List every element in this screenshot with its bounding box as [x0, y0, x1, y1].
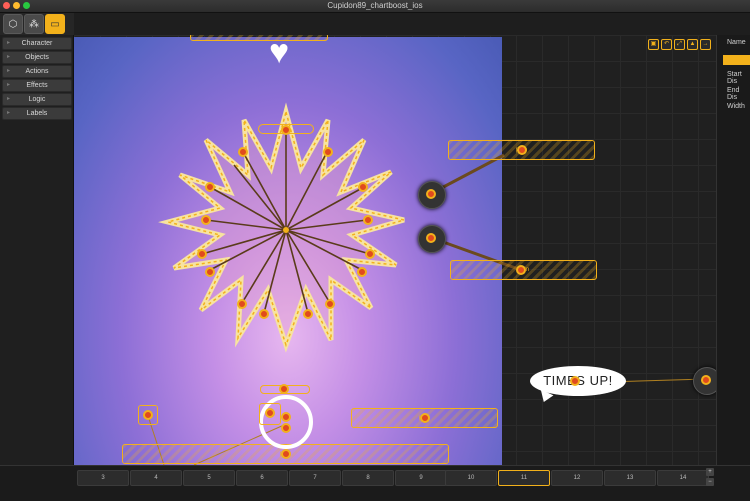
star-point-10[interactable]	[357, 267, 367, 277]
undo-icon: ↶	[663, 41, 670, 47]
star-point-7[interactable]	[197, 249, 207, 259]
star-point-12[interactable]	[325, 299, 335, 309]
character-lower-dot[interactable]	[281, 423, 291, 433]
star-point-9[interactable]	[205, 267, 215, 277]
scroll-down-button[interactable]: −	[706, 478, 714, 486]
canvas-corner-buttons: ▣ ↶ ⤢ ▲ →	[648, 39, 711, 50]
undo-button[interactable]: ↶	[661, 39, 672, 50]
anchor-node-lower[interactable]	[418, 225, 446, 253]
star-point-4[interactable]	[358, 182, 368, 192]
character-left-dot[interactable]	[265, 408, 275, 418]
prop-width-label: Width	[727, 103, 745, 110]
frame-6[interactable]: 6	[236, 470, 288, 486]
frame-4[interactable]: 4	[130, 470, 182, 486]
hierarchy-icon: ⁂	[29, 18, 39, 30]
lock-icon: ▣	[650, 41, 657, 47]
fit-button[interactable]: ⤢	[674, 39, 685, 50]
star-shape[interactable]	[74, 35, 716, 465]
hierarchy-tool-button[interactable]: ⁂	[24, 14, 44, 34]
image-icon: ▲	[689, 41, 696, 47]
scroll-up-button[interactable]: +	[706, 468, 714, 476]
category-sidebar: Character Objects Actions Effects Logic …	[0, 35, 74, 465]
star-point-14[interactable]	[303, 309, 313, 319]
star-point-8[interactable]	[365, 249, 375, 259]
image-button[interactable]: ▲	[687, 39, 698, 50]
anchor-node-upper[interactable]	[418, 181, 446, 209]
star-top-bar[interactable]	[258, 124, 314, 134]
properties-panel: Name Start Dis End Dis Width	[716, 35, 750, 465]
star-point-3[interactable]	[205, 182, 215, 192]
prop-end-label: End Dis	[727, 87, 740, 101]
scene-canvas[interactable]: ♥ pl m pl m TIMES UP! pl m pl m	[74, 35, 716, 465]
frame-13[interactable]: 13	[604, 470, 656, 486]
category-character[interactable]: Character	[2, 37, 72, 50]
heart-handle[interactable]	[190, 35, 328, 41]
frame-14[interactable]: 14	[657, 470, 709, 486]
title-bar: Cupidon89_chartboost_ios	[0, 0, 750, 13]
prop-name-label: Name	[727, 39, 746, 46]
bottom-center-dot[interactable]	[420, 413, 430, 423]
timeline: 3 4 5 6 7 8 9 10 11 12 13 14 + −	[0, 465, 750, 501]
frame-8[interactable]: 8	[342, 470, 394, 486]
star-point-6[interactable]	[363, 215, 373, 225]
layout-icon: ▭	[50, 18, 60, 30]
character-top-dot[interactable]	[279, 384, 289, 394]
frame-9[interactable]: 9	[395, 470, 447, 486]
frame-12[interactable]: 12	[551, 470, 603, 486]
star-point-11[interactable]	[237, 299, 247, 309]
ground-dot[interactable]	[281, 449, 291, 459]
star-point-1[interactable]	[238, 147, 248, 157]
cube-tool-button[interactable]: ⬡	[3, 14, 23, 34]
layout-tool-button[interactable]: ▭	[45, 14, 65, 34]
star-point-13[interactable]	[259, 309, 269, 319]
fit-icon: ⤢	[677, 41, 682, 47]
anchor-node-lower-dot[interactable]	[426, 233, 436, 243]
arrow-button[interactable]: →	[700, 39, 711, 50]
arrow-right-icon: →	[702, 41, 709, 47]
frame-10[interactable]: 10	[445, 470, 497, 486]
frame-11[interactable]: 11	[498, 470, 550, 486]
category-effects[interactable]: Effects	[2, 79, 72, 92]
prop-name-field[interactable]	[723, 55, 750, 65]
frame-7[interactable]: 7	[289, 470, 341, 486]
platform-lower-dot[interactable]	[516, 265, 526, 275]
prop-start-label: Start Dis	[727, 71, 742, 85]
star-point-5[interactable]	[201, 215, 211, 225]
character-center-dot[interactable]	[281, 412, 291, 422]
anchor-node-upper-dot[interactable]	[426, 189, 436, 199]
small-block-dot[interactable]	[143, 410, 153, 420]
anchor-node-right-dot[interactable]	[701, 375, 711, 385]
toolbar: ⬡ ⁂ ▭	[0, 13, 74, 35]
speech-bubble-dot[interactable]	[570, 376, 580, 386]
platform-upper-dot[interactable]	[517, 145, 527, 155]
category-labels[interactable]: Labels	[2, 107, 72, 120]
window-title: Cupidon89_chartboost_ios	[327, 1, 423, 10]
cube-icon: ⬡	[8, 18, 18, 30]
frame-3[interactable]: 3	[77, 470, 129, 486]
category-logic[interactable]: Logic	[2, 93, 72, 106]
lock-button[interactable]: ▣	[648, 39, 659, 50]
frame-5[interactable]: 5	[183, 470, 235, 486]
star-point-2[interactable]	[323, 147, 333, 157]
timeline-scroll-buttons: + −	[706, 468, 714, 488]
category-objects[interactable]: Objects	[2, 51, 72, 64]
category-actions[interactable]: Actions	[2, 65, 72, 78]
anchor-node-right[interactable]	[693, 367, 716, 395]
